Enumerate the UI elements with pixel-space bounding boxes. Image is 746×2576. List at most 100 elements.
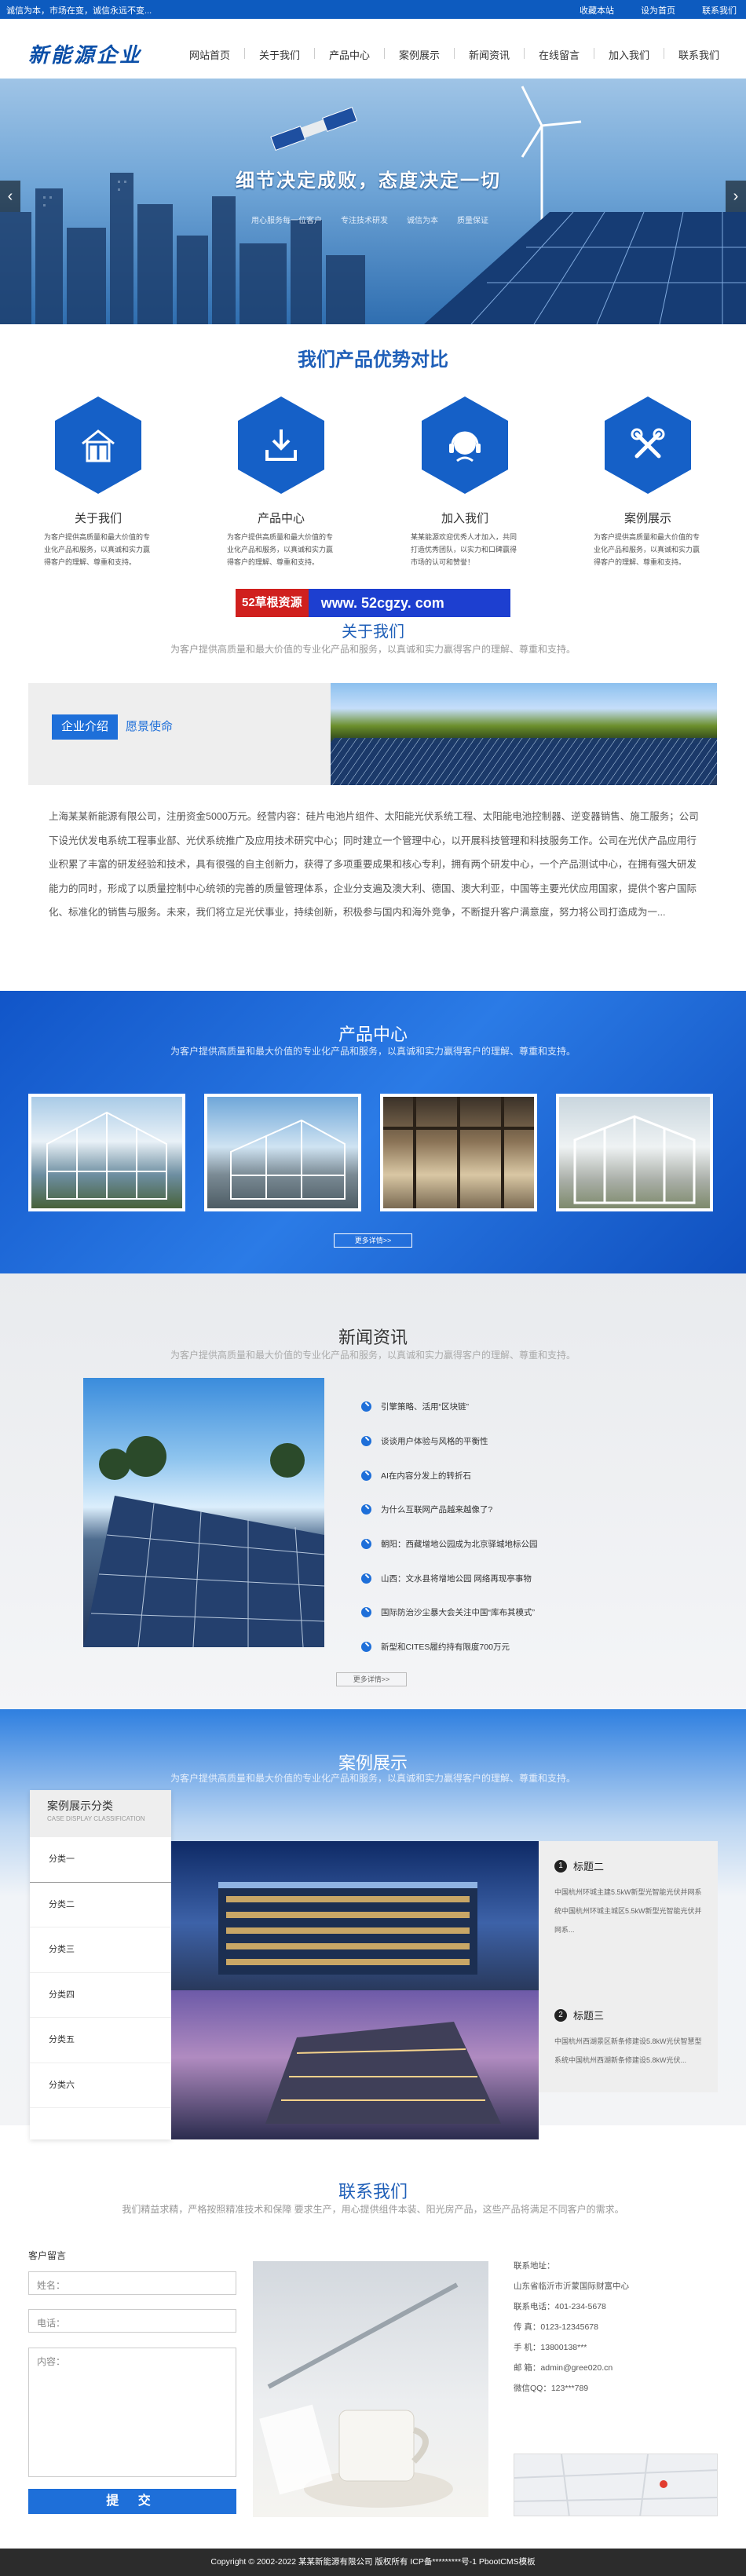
contact-mobile: 手 机：13800138***	[514, 2343, 587, 2352]
news-item[interactable]: 引擎策略、活用“区块链”	[361, 1390, 538, 1424]
contact-title: 联系我们	[338, 2182, 408, 2201]
bookmark-link[interactable]: 收藏本站	[580, 4, 614, 16]
advantage-title: 关于我们	[74, 512, 122, 525]
case-info-card[interactable]: 2 标题三 中国杭州西湖景区新条修建设5.8kW光伏智慧型系统中国杭州西湖新条修建…	[539, 1990, 718, 2092]
advantage-desc: 某某能源欢迎优秀人才加入，共同打造优秀团队，以实力和口碑赢得市场的认可和赞誉！	[411, 533, 517, 566]
form-title: 客户留言	[28, 2250, 67, 2261]
set-homepage-link[interactable]: 设为首页	[641, 4, 675, 16]
case-desc: 中国杭州西湖景区新条修建设5.8kW光伏智慧型系统中国杭州西湖新条修建设5.8k…	[554, 2037, 702, 2064]
watermark-url: www. 52cgzy. com	[320, 594, 444, 611]
advantage-title: 案例展示	[623, 512, 671, 525]
submit-button[interactable]: 提 交	[28, 2489, 236, 2514]
cases-subtitle: 为客户提供高质量和最大价值的专业化产品和服务，以真诚和实力赢得客户的理解、尊重和…	[170, 1773, 576, 1784]
case-category-title: 案例展示分类	[47, 1800, 113, 1812]
check-icon	[361, 1607, 371, 1618]
news-item[interactable]: AI在内容分发上的转折石	[361, 1458, 538, 1493]
news-item[interactable]: 国际防治沙尘暴大会关注中国“库布其模式”	[361, 1595, 538, 1630]
news-item[interactable]: 朝阳：西藏增地公园成为北京驿城地标公园	[361, 1527, 538, 1562]
case-image[interactable]	[171, 1990, 539, 2139]
news-more-button[interactable]: 更多详情>>	[336, 1672, 407, 1686]
advantage-title: 加入我们	[441, 512, 488, 525]
advantages-title: 我们产品优势对比	[298, 349, 448, 371]
case-category-item[interactable]: 分类三	[30, 1927, 171, 1973]
about-tabs: 企业介绍 愿景使命	[28, 683, 331, 785]
case-category-item[interactable]: 分类六	[30, 2063, 171, 2108]
check-icon	[361, 1401, 371, 1412]
banner-illustration	[0, 86, 746, 324]
product-card[interactable]	[204, 1094, 361, 1211]
about-image	[331, 683, 717, 785]
download-icon	[238, 396, 324, 494]
banner-sub: 诚信为本	[407, 217, 438, 225]
case-image[interactable]	[171, 1841, 539, 1990]
product-card[interactable]	[556, 1094, 713, 1211]
product-card[interactable]	[28, 1094, 185, 1211]
header: 新能源企业 网站首页 关于我们 产品中心 案例展示 新闻资讯 在线留言 加入我们…	[0, 19, 746, 79]
name-field[interactable]: 姓名：	[28, 2271, 236, 2295]
nav-contact[interactable]: 联系我们	[664, 47, 733, 62]
case-category-panel: 案例展示分类 CASE DISPLAY CLASSIFICATION 分类一 分…	[30, 1790, 171, 2139]
news-subtitle: 为客户提供高质量和最大价值的专业化产品和服务，以真诚和实力赢得客户的理解、尊重和…	[170, 1350, 576, 1361]
products-subtitle: 为客户提供高质量和最大价值的专业化产品和服务，以真诚和实力赢得客户的理解、尊重和…	[170, 1046, 576, 1057]
contact-phone: 联系电话：401-234-5678	[514, 2302, 606, 2311]
products-more-button[interactable]: 更多详情>>	[334, 1233, 412, 1248]
check-icon	[361, 1470, 371, 1481]
logo[interactable]: 新能源企业	[28, 39, 142, 68]
advantage-about[interactable]: 关于我们 为客户提供高质量和最大价值的专业化产品和服务，以真诚和实力赢得客户的理…	[39, 396, 157, 568]
nav-home[interactable]: 网站首页	[175, 47, 244, 62]
nav-news[interactable]: 新闻资讯	[455, 47, 524, 62]
advantage-cases[interactable]: 案例展示 为客户提供高质量和最大价值的专业化产品和服务，以真诚和实力赢得客户的理…	[589, 396, 707, 568]
nav-join[interactable]: 加入我们	[594, 47, 664, 62]
phone-field[interactable]: 电话：	[28, 2309, 236, 2333]
advantage-desc: 为客户提供高质量和最大价值的专业化产品和服务，以真诚和实力赢得客户的理解、尊重和…	[227, 533, 334, 566]
news-image	[83, 1378, 324, 1647]
products-title: 产品中心	[338, 1025, 408, 1044]
case-info-card[interactable]: 1 标题二 中国杭州环城主建5.5kW新型光智能光伏并网系统中国杭州环城主城区5.…	[539, 1841, 718, 1990]
advantage-desc: 为客户提供高质量和最大价值的专业化产品和服务，以真诚和实力赢得客户的理解、尊重和…	[594, 533, 700, 566]
tab-company-intro[interactable]: 企业介绍	[52, 714, 119, 740]
contact-email: 邮 箱：admin@gree020.cn	[514, 2363, 613, 2373]
case-title: 标题二	[573, 1861, 605, 1873]
banner-next-button[interactable]: ›	[726, 181, 746, 212]
case-desc: 中国杭州环城主建5.5kW新型光智能光伏并网系统中国杭州环城主城区5.5kW新型…	[554, 1888, 702, 1934]
check-icon	[361, 1436, 371, 1447]
news-item[interactable]: 为什么互联网产品越来越像了?	[361, 1493, 538, 1527]
case-category-item[interactable]: 分类四	[30, 1973, 171, 2018]
check-icon	[361, 1573, 371, 1584]
about-title: 关于我们	[342, 623, 404, 641]
banner-sub: 用心服务每一位客户	[251, 217, 322, 225]
contact-qq: 微信QQ：123***789	[514, 2384, 589, 2393]
nav-message[interactable]: 在线留言	[525, 47, 594, 62]
content-textarea[interactable]: 内容：	[28, 2348, 236, 2477]
contact-link[interactable]: 联系我们	[702, 4, 737, 16]
headset-icon	[422, 396, 508, 494]
case-category-item[interactable]: 分类五	[30, 2018, 171, 2063]
nav-about[interactable]: 关于我们	[245, 47, 314, 62]
case-category-item[interactable]: 分类一	[30, 1837, 171, 1883]
advantage-desc: 为客户提供高质量和最大价值的专业化产品和服务，以真诚和实力赢得客户的理解、尊重和…	[44, 533, 151, 566]
tab-vision[interactable]: 愿景使命	[116, 714, 182, 740]
nav-cases[interactable]: 案例展示	[385, 47, 454, 62]
advantage-products[interactable]: 产品中心 为客户提供高质量和最大价值的专业化产品和服务，以真诚和实力赢得客户的理…	[222, 396, 340, 568]
watermark-banner[interactable]: 52草根资源 www. 52cgzy. com	[236, 589, 510, 617]
news-item[interactable]: 新型和CITES履约持有限度700万元	[361, 1630, 538, 1664]
contact-line: 联系地址：	[514, 2261, 555, 2271]
contact-subtitle: 我们精益求精，严格按照精准技术和保障 要求生产，用心提供组件本装、阳光房产品，这…	[122, 2204, 624, 2215]
case-category-item[interactable]: 分类二	[30, 1883, 171, 1927]
advantage-join[interactable]: 加入我们 某某能源欢迎优秀人才加入，共同打造优秀团队，以实力和口碑赢得市场的认可…	[406, 396, 524, 568]
news-title: 新闻资讯	[338, 1328, 408, 1347]
main-nav: 网站首页 关于我们 产品中心 案例展示 新闻资讯 在线留言 加入我们 联系我们	[175, 47, 733, 62]
contact-info: 联系地址： 山东省临沂市沂蒙国际财富中心 联系电话：401-234-5678 传…	[514, 2256, 629, 2399]
check-icon	[361, 1504, 371, 1515]
map[interactable]	[514, 2454, 718, 2516]
watermark-brand: 52草根资源	[236, 589, 309, 617]
news-list: 引擎策略、活用“区块链” 谈谈用户体验与风格的平衡性 AI在内容分发上的转折石 …	[361, 1390, 538, 1664]
news-item[interactable]: 谈谈用户体验与风格的平衡性	[361, 1424, 538, 1459]
map-pin-icon	[660, 2480, 667, 2488]
news-item[interactable]: 山西：文水县将增地公园 网络再现亭事物	[361, 1561, 538, 1595]
banner-prev-button[interactable]: ‹	[0, 181, 20, 212]
case-category-en: CASE DISPLAY CLASSIFICATION	[47, 1815, 145, 1822]
product-card[interactable]	[380, 1094, 537, 1211]
nav-products[interactable]: 产品中心	[315, 47, 384, 62]
slogan: 诚信为本，市场在变，诚信永远不变...	[6, 6, 152, 16]
